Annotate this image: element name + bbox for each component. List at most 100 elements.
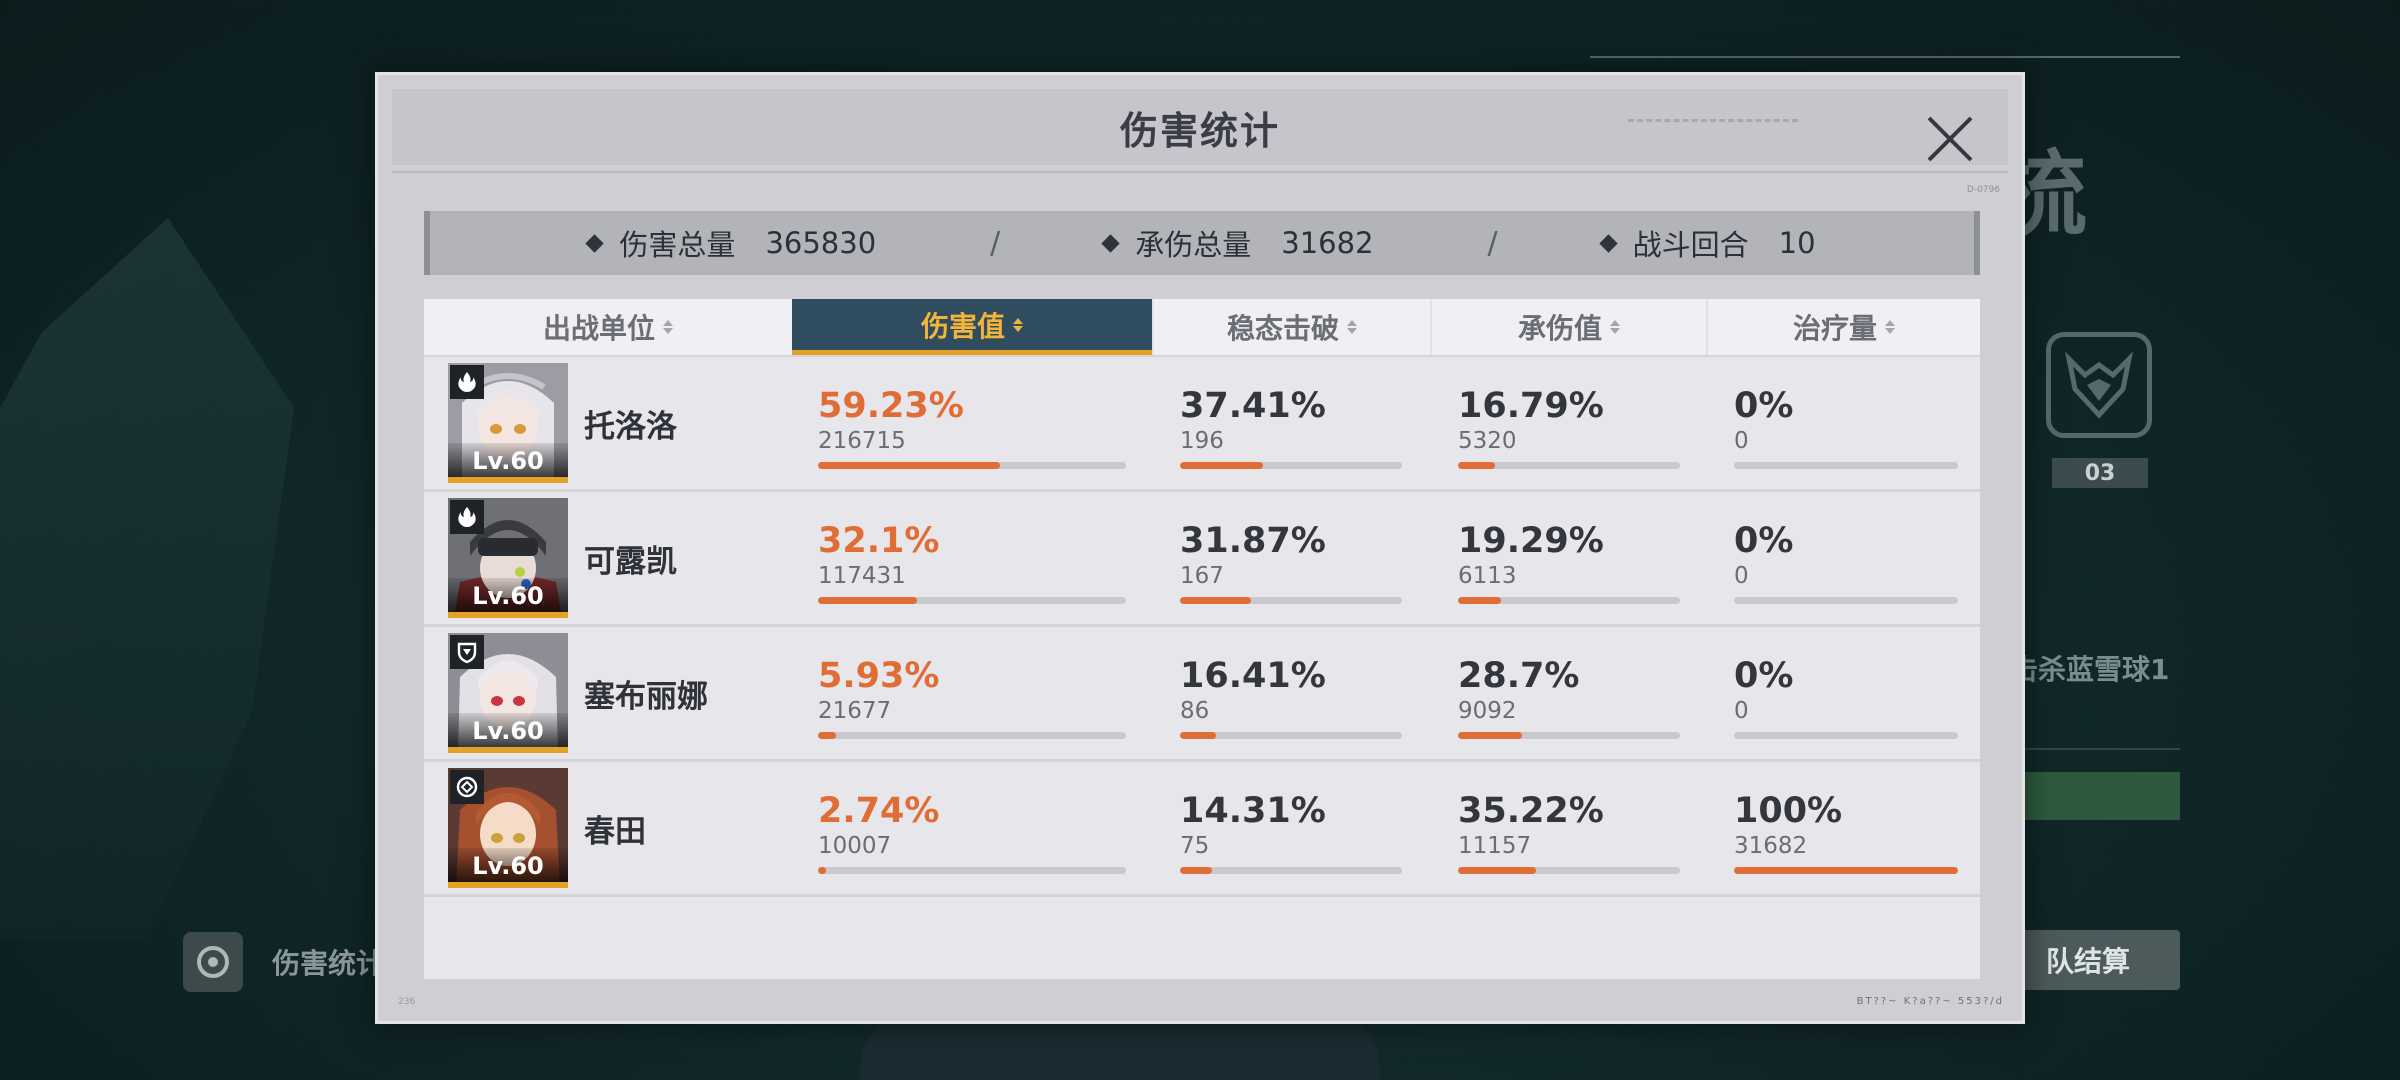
diamond-icon [585, 233, 605, 253]
unit-portrait[interactable]: Lv.60 [448, 498, 568, 618]
break-percent: 31.87% [1180, 520, 1326, 561]
break-bar-fill [1180, 461, 1264, 469]
break-bar [1180, 596, 1402, 604]
damage-bar [818, 866, 1126, 874]
taken-bar [1458, 731, 1680, 739]
background-panel-line [1590, 56, 2180, 58]
summary-total-taken: 承伤总量 31682 [1101, 222, 1374, 264]
heal-cell: 0% 0 [1706, 357, 1980, 489]
taken-bar-fill [1458, 731, 1522, 739]
summary-separator: / [990, 225, 1001, 261]
sort-icon [1885, 320, 1895, 334]
heal-percent: 0% [1734, 385, 1794, 426]
taken-bar [1458, 866, 1680, 874]
damage-bar [818, 731, 1126, 739]
diamond-icon [1101, 233, 1120, 253]
heal-bar [1734, 596, 1958, 604]
unit-portrait[interactable]: Lv.60 [448, 363, 568, 483]
taken-bar-fill [1458, 596, 1501, 604]
damage-percent: 5.93% [818, 655, 940, 696]
fire-class-icon [450, 365, 484, 399]
background-divider [2010, 748, 2180, 750]
damage-cell: 32.1% 117431 [792, 492, 1152, 624]
stats-table: 出战单位 伤害值 稳态击破 承伤值 治疗量 Lv.60 托洛洛 59.23% 2… [424, 299, 1980, 979]
break-cell: 31.87% 167 [1152, 492, 1430, 624]
damage-bar [818, 461, 1126, 469]
taken-raw: 5320 [1458, 427, 1517, 454]
taken-raw: 9092 [1458, 697, 1517, 724]
damage-stats-icon[interactable] [183, 932, 243, 992]
close-button[interactable] [1922, 111, 1978, 167]
damage-stats-dialog: 伤害统计 D-0796 伤害总量 365830 / 承伤总量 31682 / 战… [375, 72, 2025, 1024]
unit-cell: Lv.60 可露凯 [424, 492, 792, 624]
heal-raw: 0 [1734, 562, 1749, 589]
column-header-unit[interactable]: 出战单位 [424, 299, 792, 355]
break-bar [1180, 731, 1402, 739]
heal-raw: 0 [1734, 697, 1749, 724]
break-percent: 37.41% [1180, 385, 1326, 426]
diamond-icon [1598, 233, 1618, 253]
taken-raw: 11157 [1458, 832, 1532, 859]
summary-rounds-value: 10 [1778, 226, 1816, 260]
heal-bar [1734, 866, 1958, 874]
damage-percent: 32.1% [818, 520, 940, 561]
damage-percent: 59.23% [818, 385, 964, 426]
break-raw: 167 [1180, 562, 1224, 589]
table-header: 出战单位 伤害值 稳态击破 承伤值 治疗量 [424, 299, 1980, 357]
footer-code-left: 236 [398, 997, 416, 1007]
summary-rounds: 战斗回合 10 [1598, 222, 1816, 264]
column-header-heal[interactable]: 治疗量 [1706, 299, 1980, 355]
unit-portrait[interactable]: Lv.60 [448, 633, 568, 753]
fire-class-icon [450, 500, 484, 534]
close-icon [1927, 116, 1973, 162]
damage-cell: 2.74% 10007 [792, 762, 1152, 894]
unit-level: Lv.60 [448, 848, 568, 882]
break-percent: 14.31% [1180, 790, 1326, 831]
summary-total-damage-value: 365830 [765, 226, 877, 260]
summary-bar: 伤害总量 365830 / 承伤总量 31682 / 战斗回合 10 [424, 211, 1980, 275]
sort-icon [1347, 320, 1357, 334]
damage-raw: 10007 [818, 832, 892, 859]
break-cell: 14.31% 75 [1152, 762, 1430, 894]
unit-cell: Lv.60 托洛洛 [424, 357, 792, 489]
damage-bar [818, 596, 1126, 604]
table-row: Lv.60 塞布丽娜 5.93% 21677 16.41% 86 28.7% 9… [424, 627, 1980, 762]
column-header-taken[interactable]: 承伤值 [1430, 299, 1706, 355]
damage-cell: 5.93% 21677 [792, 627, 1152, 759]
break-percent: 16.41% [1180, 655, 1326, 696]
damage-raw: 21677 [818, 697, 892, 724]
heal-cell: 100% 31682 [1706, 762, 1980, 894]
sort-icon [663, 320, 673, 334]
dialog-title: 伤害统计 [1119, 108, 1280, 153]
taken-cell: 35.22% 11157 [1430, 762, 1706, 894]
break-cell: 16.41% 86 [1152, 627, 1430, 759]
break-bar-fill [1180, 596, 1251, 604]
damage-bar-fill [818, 461, 1001, 469]
unit-level: Lv.60 [448, 443, 568, 477]
break-bar-fill [1180, 731, 1217, 739]
taken-percent: 19.29% [1458, 520, 1604, 561]
taken-cell: 16.79% 5320 [1430, 357, 1706, 489]
unit-name: 可露凯 [584, 543, 677, 580]
unit-portrait[interactable]: Lv.60 [448, 768, 568, 888]
summary-separator: / [1487, 225, 1498, 261]
summary-total-damage: 伤害总量 365830 [585, 222, 877, 264]
damage-bar-fill [818, 731, 837, 739]
unit-level: Lv.60 [448, 578, 568, 612]
taken-bar-fill [1458, 866, 1537, 874]
damage-stats-label[interactable]: 伤害统计 [272, 942, 384, 982]
taken-bar [1458, 596, 1680, 604]
taken-cell: 19.29% 6113 [1430, 492, 1706, 624]
enemy-emblem-label: 03 [2052, 458, 2148, 488]
summary-total-taken-value: 31682 [1281, 226, 1374, 260]
column-header-break[interactable]: 稳态击破 [1152, 299, 1430, 355]
column-header-damage[interactable]: 伤害值 [792, 299, 1152, 355]
sort-icon [1610, 320, 1620, 334]
table-row: Lv.60 托洛洛 59.23% 216715 37.41% 196 16.79… [424, 357, 1980, 492]
summary-rounds-label: 战斗回合 [1632, 228, 1749, 262]
taken-percent: 35.22% [1458, 790, 1604, 831]
summary-total-taken-label: 承伤总量 [1135, 228, 1252, 262]
unit-cell: Lv.60 春田 [424, 762, 792, 894]
shield-class-icon [450, 635, 484, 669]
dialog-header: 伤害统计 [392, 89, 2008, 165]
